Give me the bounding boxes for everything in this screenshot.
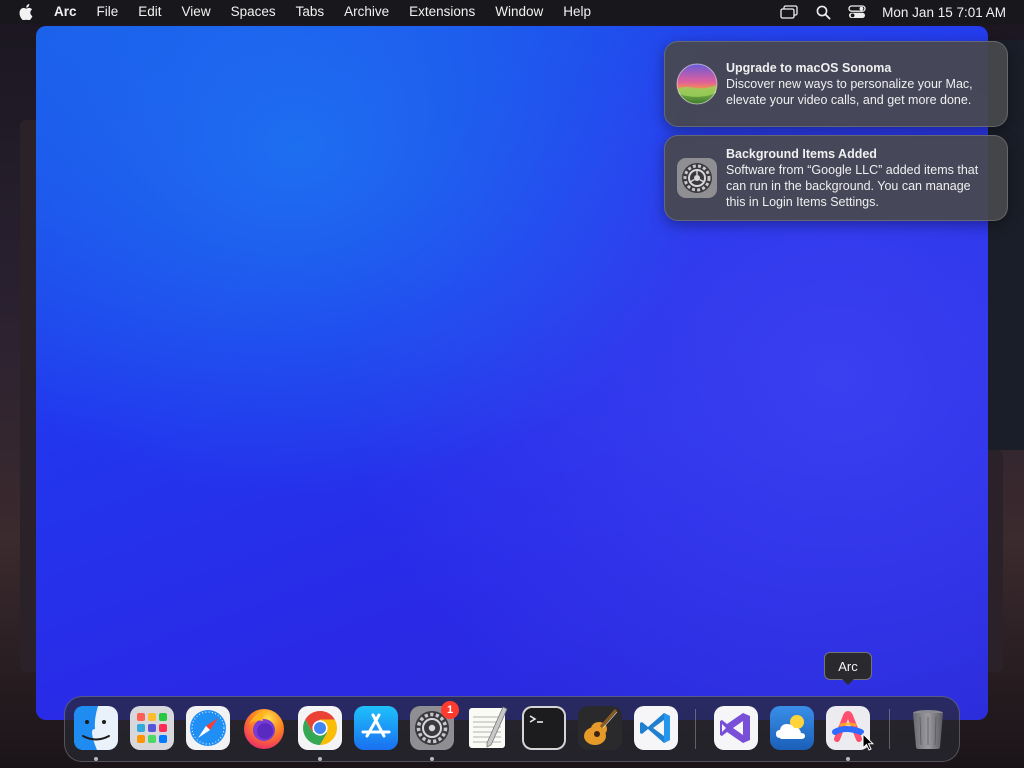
notification-title: Upgrade to macOS Sonoma [726,61,892,75]
system-settings-gear-icon [676,157,718,199]
notification-body: Software from “Google LLC” added items t… [726,163,979,209]
weather-icon[interactable] [769,705,815,751]
menu-app-arc[interactable]: Arc [38,0,87,24]
dock-tooltip-arrow [842,679,854,685]
menu-spaces[interactable]: Spaces [221,0,286,24]
notification-title: Background Items Added [726,147,877,161]
mouse-cursor-icon [862,732,875,751]
dock-separator [695,709,696,749]
notification-text: Background Items Added Software from “Go… [726,146,1007,210]
screen-mirroring-icon[interactable] [772,0,806,24]
chrome-icon[interactable] [297,705,343,751]
finder-icon[interactable] [73,705,119,751]
notification-upgrade-sonoma[interactable]: Upgrade to macOS Sonoma Discover new way… [664,41,1008,127]
menu-edit[interactable]: Edit [128,0,171,24]
terminal-icon[interactable] [521,705,567,751]
arc-browser-window[interactable] [36,26,988,720]
app-store-icon[interactable] [353,705,399,751]
menu-view[interactable]: View [172,0,221,24]
notification-body: Discover new ways to personalize your Ma… [726,77,973,107]
menu-bar: Arc File Edit View Spaces Tabs Archive E… [0,0,1024,24]
menu-window[interactable]: Window [485,0,553,24]
running-indicator [846,757,850,761]
menu-help[interactable]: Help [553,0,601,24]
menu-tabs[interactable]: Tabs [286,0,335,24]
menu-archive[interactable]: Archive [334,0,399,24]
spotlight-search-icon[interactable] [806,0,840,24]
running-indicator [430,757,434,761]
dock-tooltip: Arc [824,652,872,680]
menu-file[interactable]: File [87,0,129,24]
menu-bar-status-area: Mon Jan 15 7:01 AM [772,0,1024,24]
running-indicator [318,757,322,761]
dock-separator [889,709,890,749]
control-center-icon[interactable] [840,0,874,24]
safari-icon[interactable] [185,705,231,751]
firefox-icon[interactable] [241,705,287,751]
notification-background-items[interactable]: Background Items Added Software from “Go… [664,135,1008,221]
macos-sonoma-icon [676,63,718,105]
trash-icon[interactable] [905,705,951,751]
notification-text: Upgrade to macOS Sonoma Discover new way… [726,60,1007,108]
notification-badge: 1 [441,701,459,719]
menu-bar-clock[interactable]: Mon Jan 15 7:01 AM [882,5,1006,20]
textedit-icon[interactable] [465,705,511,751]
apple-logo-icon[interactable] [14,0,38,24]
dock: 1 [64,696,960,762]
menu-extensions[interactable]: Extensions [399,0,485,24]
launchpad-icon[interactable] [129,705,175,751]
garageband-icon[interactable] [577,705,623,751]
vscode-icon[interactable] [633,705,679,751]
visual-studio-icon[interactable] [713,705,759,751]
running-indicator [94,757,98,761]
system-settings-icon[interactable]: 1 [409,701,459,751]
